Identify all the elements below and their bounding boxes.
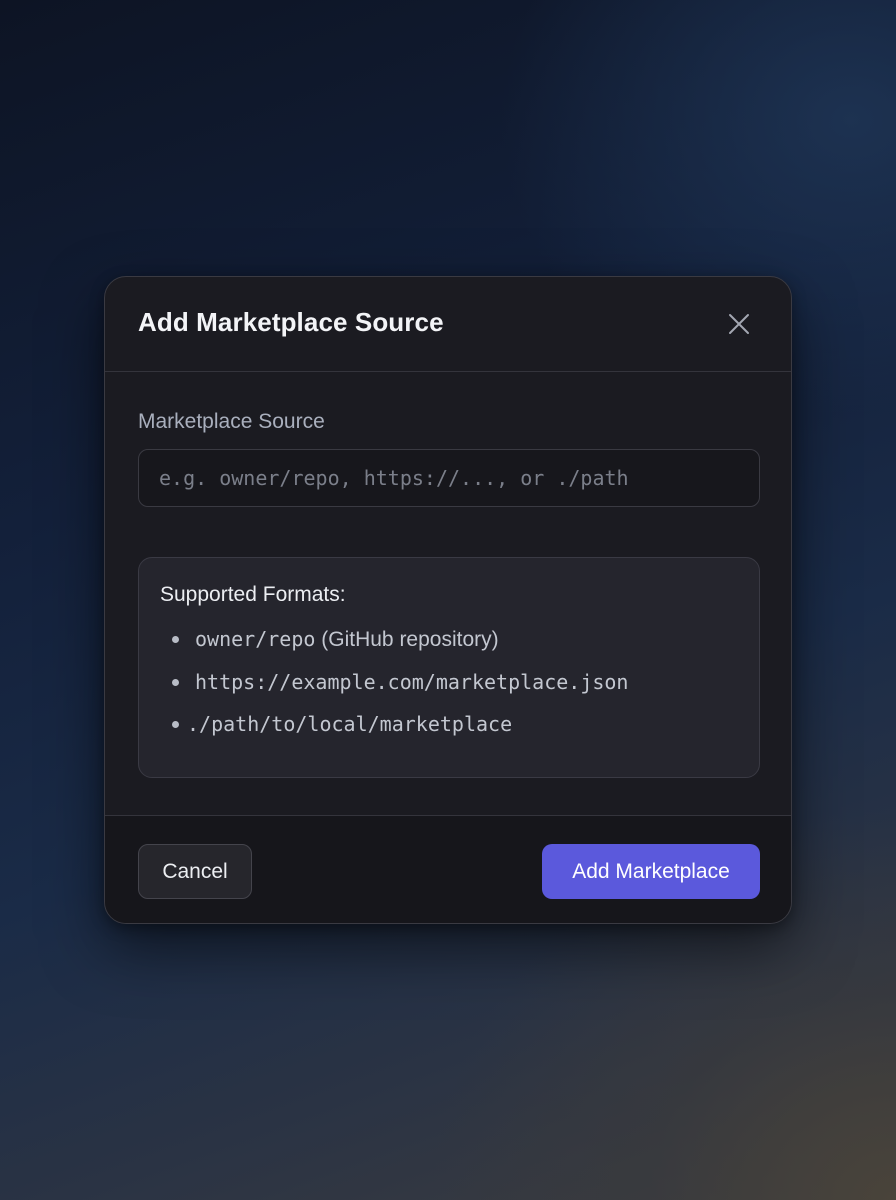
add-marketplace-dialog: Add Marketplace Source Marketplace Sourc… — [104, 276, 792, 924]
marketplace-source-input[interactable] — [138, 449, 760, 507]
dialog-body: Marketplace Source Supported Formats: ow… — [105, 372, 791, 815]
dialog-footer: Cancel Add Marketplace — [105, 815, 791, 923]
format-code: ./path/to/local/marketplace — [187, 712, 513, 736]
list-item: https://example.com/marketplace.json — [139, 667, 759, 697]
dialog-header: Add Marketplace Source — [105, 277, 791, 372]
close-icon — [729, 314, 749, 334]
marketplace-source-label: Marketplace Source — [138, 410, 325, 433]
format-example-text: owner/repo (GitHub repository) — [195, 627, 499, 652]
list-item: ./path/to/local/marketplace — [139, 709, 759, 739]
add-marketplace-button[interactable]: Add Marketplace — [542, 844, 760, 899]
format-code: https://example.com/marketplace.json — [195, 670, 629, 694]
bullet-icon — [172, 635, 179, 643]
dialog-title: Add Marketplace Source — [138, 307, 444, 337]
bullet-icon — [172, 678, 179, 686]
list-item: owner/repo (GitHub repository) — [139, 624, 759, 654]
supported-formats-heading: Supported Formats: — [160, 583, 346, 606]
close-button[interactable] — [725, 310, 753, 338]
bullet-icon — [172, 720, 179, 728]
format-code: owner/repo — [195, 626, 316, 651]
supported-formats-panel: Supported Formats: owner/repo (GitHub re… — [138, 557, 760, 778]
cancel-button[interactable]: Cancel — [138, 844, 252, 899]
format-description: (GitHub repository) — [315, 627, 499, 651]
